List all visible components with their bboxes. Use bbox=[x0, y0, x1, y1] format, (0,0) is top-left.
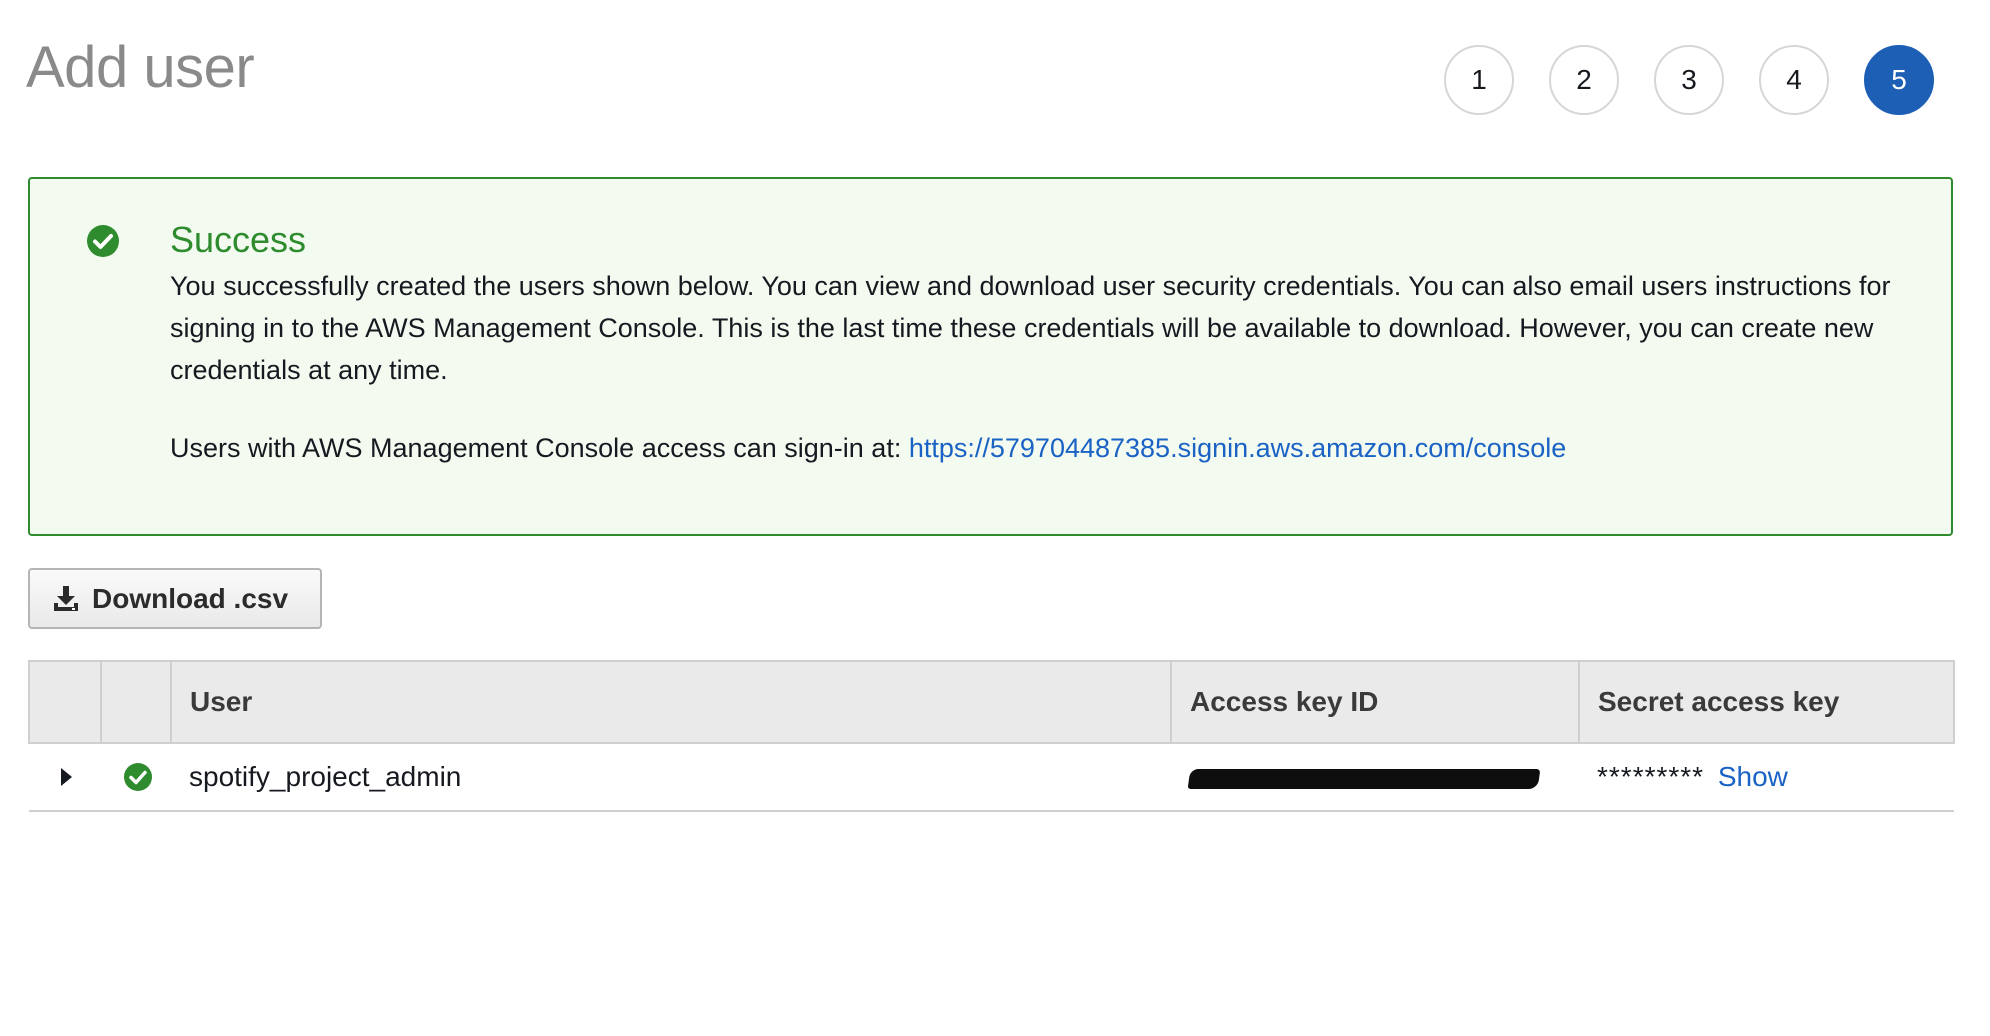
check-circle-icon bbox=[124, 763, 152, 791]
masked-secret: ********* bbox=[1597, 761, 1705, 792]
user-cell: spotify_project_admin bbox=[171, 743, 1171, 812]
header-access-key-id: Access key ID bbox=[1170, 660, 1580, 744]
header-expand bbox=[28, 660, 102, 744]
table-header-row: User Access key ID Secret access key bbox=[28, 660, 1955, 744]
step-3[interactable]: 3 bbox=[1654, 45, 1724, 115]
signin-prefix: Users with AWS Management Console access… bbox=[170, 433, 902, 463]
redacted-access-key bbox=[1187, 768, 1541, 789]
signin-info: Users with AWS Management Console access… bbox=[170, 427, 1566, 469]
header-user: User bbox=[170, 660, 1172, 744]
expand-cell[interactable] bbox=[29, 743, 101, 812]
alert-message: You successfully created the users shown… bbox=[170, 271, 1891, 385]
header-secret-access-key: Secret access key bbox=[1578, 660, 1955, 744]
access-key-id-cell bbox=[1171, 743, 1579, 812]
page-title: Add user bbox=[26, 35, 255, 100]
signin-url-link[interactable]: https://579704487385.signin.aws.amazon.c… bbox=[909, 433, 1566, 463]
credentials-table: User Access key ID Secret access key spo… bbox=[28, 660, 1955, 812]
step-5[interactable]: 5 bbox=[1864, 45, 1934, 115]
download-icon bbox=[54, 585, 78, 611]
check-circle-icon bbox=[87, 225, 119, 257]
expand-caret-icon[interactable] bbox=[61, 768, 72, 786]
add-user-page: Add user 1 2 3 4 5 Success You successfu… bbox=[0, 0, 1990, 1036]
download-csv-button[interactable]: Download .csv bbox=[28, 568, 322, 629]
download-csv-label: Download .csv bbox=[92, 582, 289, 614]
status-cell bbox=[101, 743, 171, 812]
table-row: spotify_project_admin ********* Show bbox=[29, 743, 1954, 812]
step-1[interactable]: 1 bbox=[1444, 45, 1514, 115]
show-secret-link[interactable]: Show bbox=[1718, 761, 1788, 792]
step-4[interactable]: 4 bbox=[1759, 45, 1829, 115]
step-2[interactable]: 2 bbox=[1549, 45, 1619, 115]
header-status bbox=[100, 660, 172, 744]
alert-title: Success bbox=[170, 219, 307, 260]
success-alert: Success You successfully created the use… bbox=[28, 177, 1953, 536]
wizard-steps: 1 2 3 4 5 bbox=[1444, 45, 1934, 115]
secret-access-key-cell: ********* Show bbox=[1579, 743, 1954, 812]
